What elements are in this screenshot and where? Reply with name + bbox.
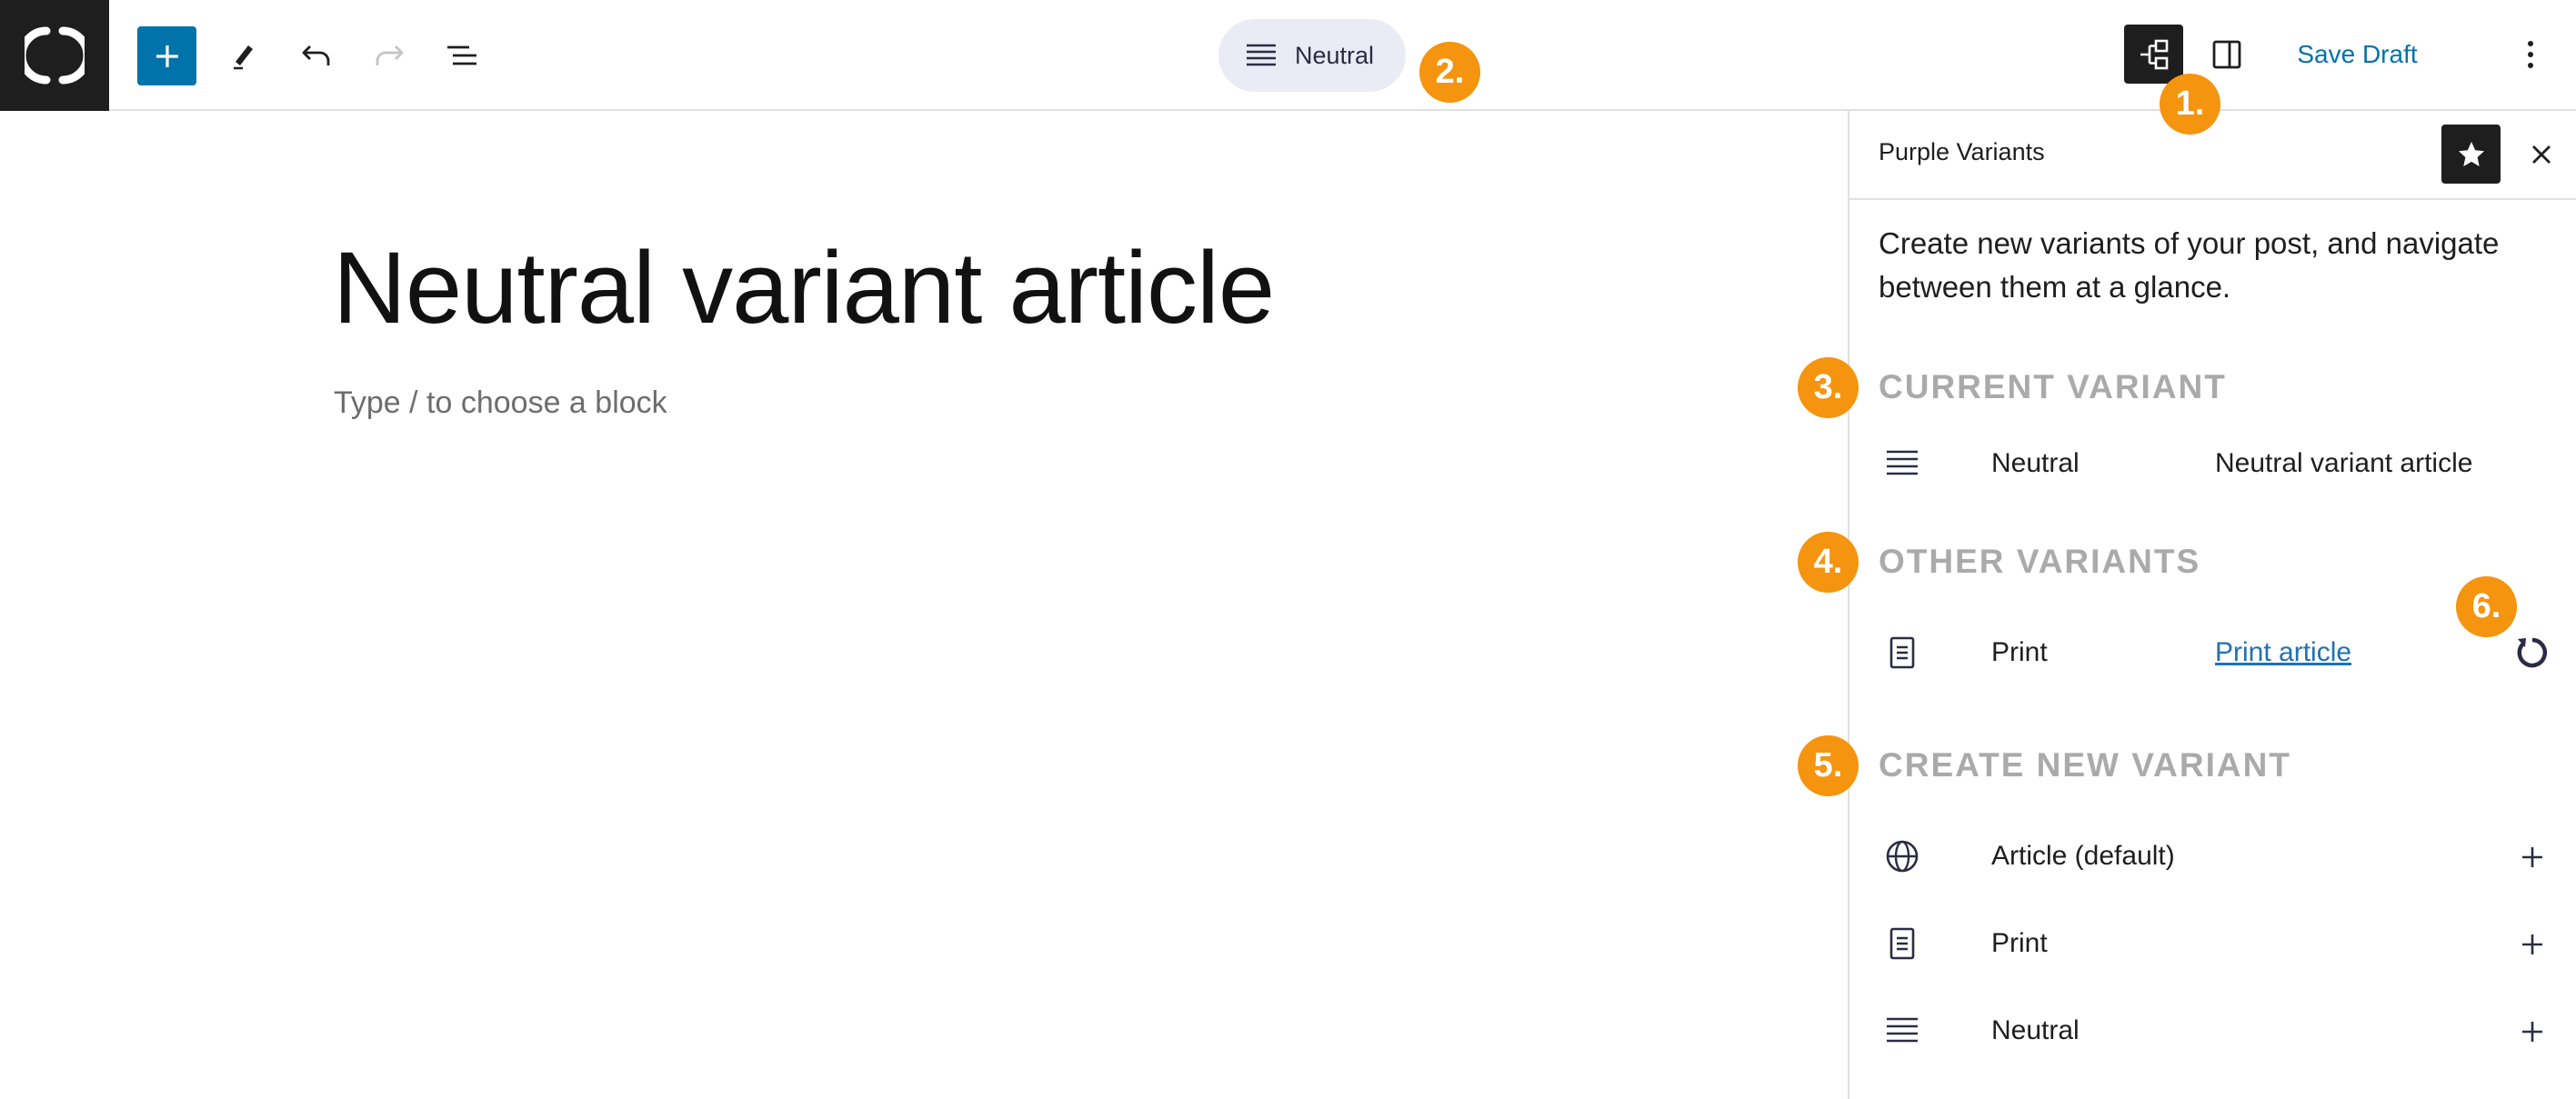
options-menu-button[interactable] <box>2501 25 2560 84</box>
create-new-variant-heading: CREATE NEW VARIANT <box>1879 746 2291 784</box>
sidebar-description: Create new variants of your post, and na… <box>1879 226 2500 304</box>
step-badge-5: 5. <box>1798 735 1859 796</box>
current-variant-post-title: Neutral variant article <box>2215 448 2473 478</box>
document-overview-button[interactable] <box>433 26 491 85</box>
wordpress-w-logo-icon <box>25 26 85 85</box>
close-icon <box>2531 145 2551 164</box>
undo-button[interactable] <box>287 26 346 85</box>
other-variant-name: Print <box>1991 637 2048 667</box>
new-variant-name: Neutral <box>1991 1015 2080 1045</box>
new-variant-name: Article (default) <box>1991 841 2175 871</box>
create-variant-button[interactable] <box>2510 1009 2555 1054</box>
document-icon <box>1884 925 1920 962</box>
sync-variant-button[interactable] <box>2510 630 2555 675</box>
plus-icon <box>155 45 178 67</box>
globe-icon <box>1884 838 1920 874</box>
variant-switcher-label: Neutral <box>1295 41 1375 69</box>
align-justify-icon <box>1247 44 1276 66</box>
variants-tree-icon <box>2140 39 2168 69</box>
current-variant-heading: CURRENT VARIANT <box>1879 368 2227 405</box>
current-variant-name: Neutral <box>1991 448 2080 478</box>
site-logo-button[interactable] <box>0 0 109 111</box>
step-badge-2: 2. <box>1419 42 1480 103</box>
star-icon <box>2458 141 2484 166</box>
create-variant-button[interactable] <box>2510 922 2555 967</box>
variant-switcher-pill[interactable]: Neutral <box>1218 19 1406 92</box>
block-inserter-button[interactable] <box>137 26 196 85</box>
plus-icon <box>2522 847 2542 867</box>
step-badge-4: 4. <box>1798 532 1859 593</box>
close-sidebar-button[interactable] <box>2511 125 2571 184</box>
undo-icon <box>302 45 330 65</box>
new-variant-name: Print <box>1991 928 2048 958</box>
sidebar-title: Purple Variants <box>1879 138 2045 165</box>
create-variant-button[interactable] <box>2510 834 2555 880</box>
redo-icon <box>376 45 404 65</box>
redo-button[interactable] <box>360 26 418 85</box>
post-title-input[interactable]: Neutral variant article <box>333 229 1275 346</box>
step-badge-6: 6. <box>2456 576 2517 637</box>
document-icon <box>1884 634 1920 671</box>
sidebar-toggle-icon <box>2212 40 2240 68</box>
align-justify-icon <box>1884 445 1920 482</box>
settings-sidebar-toggle[interactable] <box>2197 25 2256 84</box>
tools-button[interactable] <box>215 26 273 85</box>
other-variant-post-link[interactable]: Print article <box>2215 637 2351 668</box>
plus-icon <box>2522 1022 2542 1042</box>
pencil-icon <box>234 45 253 70</box>
save-draft-button[interactable]: Save Draft <box>2282 25 2432 84</box>
step-badge-1: 1. <box>2160 74 2220 135</box>
block-appender-placeholder[interactable]: Type / to choose a block <box>334 385 667 421</box>
purple-variants-plugin-button[interactable] <box>2124 25 2183 84</box>
other-variants-heading: OTHER VARIANTS <box>1879 543 2201 580</box>
step-badge-3: 3. <box>1798 357 1859 418</box>
list-view-icon <box>447 45 476 65</box>
sync-icon <box>2517 637 2548 668</box>
vertical-ellipsis-icon <box>2527 40 2533 68</box>
plus-icon <box>2522 934 2542 954</box>
align-justify-icon <box>1884 1013 1920 1049</box>
pin-plugin-button[interactable] <box>2441 125 2501 184</box>
